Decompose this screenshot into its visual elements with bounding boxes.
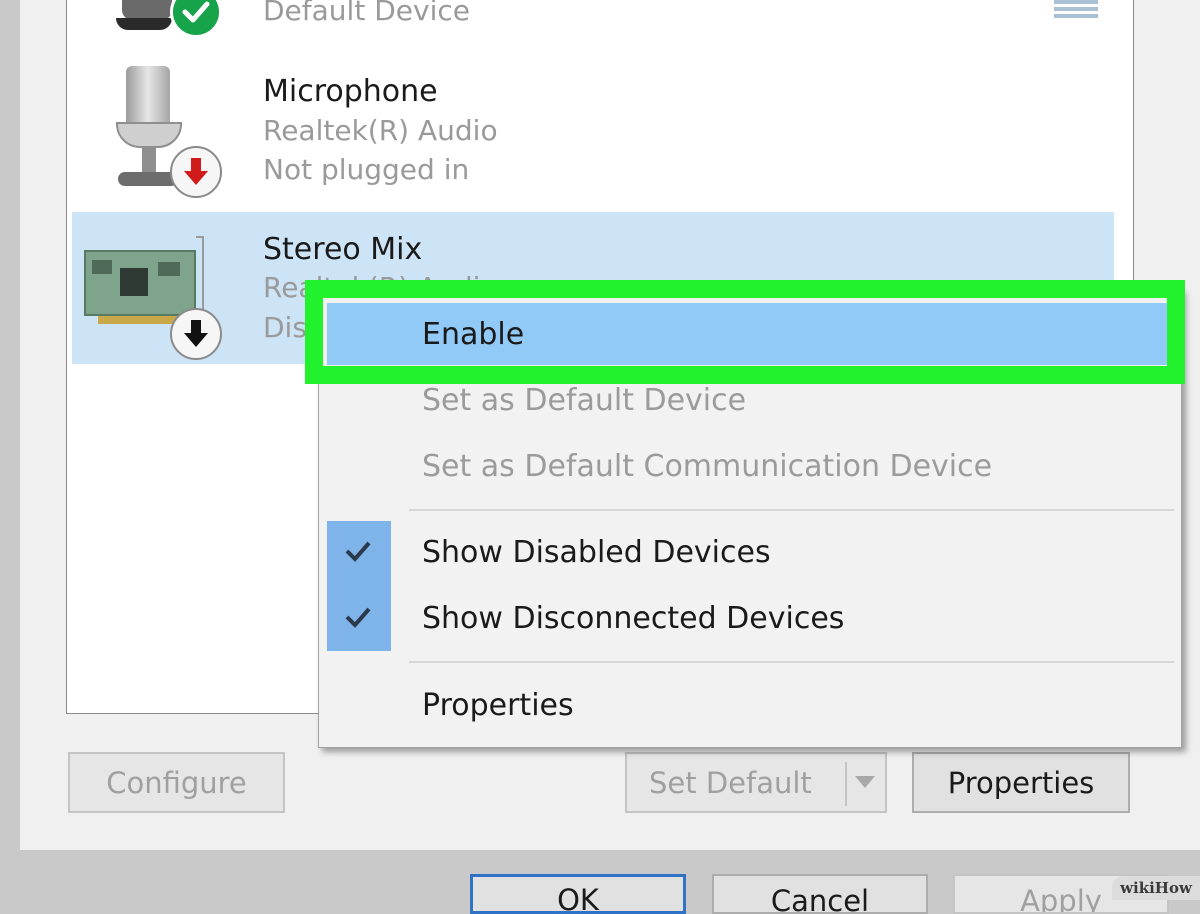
checkmark-icon: [343, 603, 373, 638]
checkmark-icon: [343, 537, 373, 572]
menu-separator: [409, 661, 1174, 663]
menu-item-set-default-communication-device[interactable]: Set as Default Communication Device: [319, 435, 1179, 497]
ok-label: OK: [557, 883, 599, 914]
ok-button[interactable]: OK: [470, 874, 686, 914]
red-down-arrow-icon: [170, 146, 222, 198]
properties-button[interactable]: Properties: [912, 752, 1130, 813]
device-row-default[interactable]: Default Device: [72, 0, 1114, 40]
device-name: Stereo Mix: [263, 232, 423, 267]
cancel-button[interactable]: Cancel: [712, 874, 928, 914]
chevron-down-icon: [855, 776, 875, 788]
apply-label: Apply: [1020, 884, 1102, 914]
highlight-box: [305, 280, 1185, 384]
device-row-microphone[interactable]: Microphone Realtek(R) Audio Not plugged …: [72, 60, 1114, 200]
menu-separator: [409, 509, 1174, 511]
menu-item-show-disabled-devices[interactable]: Show Disabled Devices: [319, 521, 1179, 583]
menu-item-label: Show Disconnected Devices: [422, 600, 845, 636]
cancel-label: Cancel: [770, 884, 870, 914]
green-check-icon: [170, 0, 222, 38]
menu-item-label: Properties: [422, 687, 574, 723]
device-status: Not plugged in: [263, 153, 470, 186]
menu-item-show-disconnected-devices[interactable]: Show Disconnected Devices: [319, 587, 1179, 649]
device-driver: Realtek(R) Audio: [263, 114, 498, 147]
black-down-arrow-icon: [170, 308, 222, 360]
menu-item-label: Show Disabled Devices: [422, 534, 771, 570]
menu-item-properties[interactable]: Properties: [319, 674, 1179, 736]
device-name: Microphone: [263, 74, 438, 109]
dropdown-divider: [845, 762, 847, 806]
device-status: Default Device: [263, 0, 470, 27]
wikihow-watermark: wikiHow: [1112, 876, 1200, 900]
menu-item-label: Set as Default Device: [422, 382, 747, 418]
device-status: Dis: [263, 311, 307, 344]
speaker-icon: [114, 0, 174, 32]
set-default-button[interactable]: Set Default: [625, 752, 887, 813]
configure-button[interactable]: Configure: [68, 752, 285, 813]
menu-item-label: Set as Default Communication Device: [422, 448, 993, 484]
set-default-label: Set Default: [649, 765, 812, 800]
